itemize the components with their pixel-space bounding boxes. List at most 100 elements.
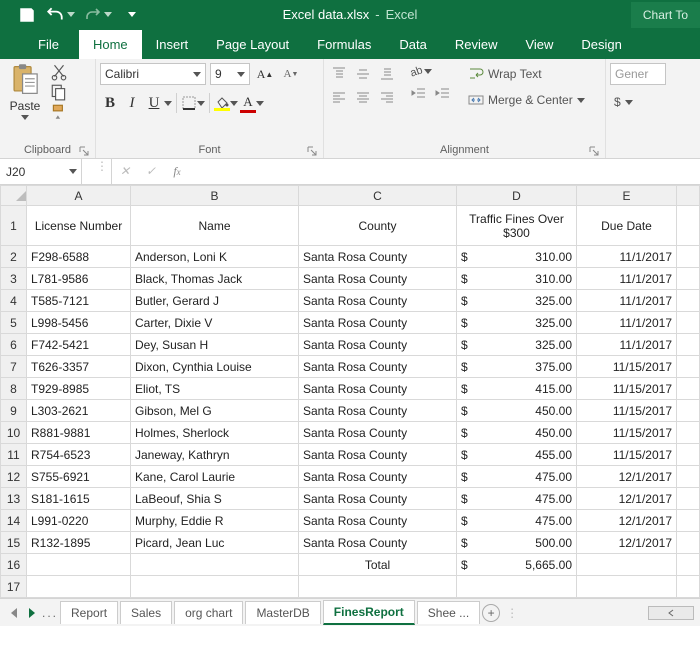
sheet-nav-next-icon[interactable] bbox=[24, 605, 40, 621]
col-header[interactable] bbox=[677, 186, 700, 206]
dialog-launcher-icon[interactable] bbox=[79, 146, 89, 156]
align-right-icon[interactable] bbox=[376, 87, 398, 109]
cell-name[interactable]: Murphy, Eddie R bbox=[131, 510, 299, 532]
format-painter-icon[interactable] bbox=[50, 103, 68, 121]
row-header[interactable]: 10 bbox=[1, 422, 27, 444]
sheet-overflow[interactable]: ... bbox=[42, 606, 58, 620]
col-header[interactable]: A bbox=[27, 186, 131, 206]
cell-county[interactable]: Santa Rosa County bbox=[299, 510, 457, 532]
align-center-icon[interactable] bbox=[352, 87, 374, 109]
row-header[interactable]: 15 bbox=[1, 532, 27, 554]
cell-name[interactable]: Anderson, Loni K bbox=[131, 246, 299, 268]
wrap-text-button[interactable]: Wrap Text bbox=[464, 63, 589, 85]
cell-name[interactable]: Carter, Dixie V bbox=[131, 312, 299, 334]
cell-name[interactable]: Black, Thomas Jack bbox=[131, 268, 299, 290]
tab-design[interactable]: Design bbox=[567, 30, 635, 59]
save-icon[interactable] bbox=[18, 6, 36, 24]
tab-review[interactable]: Review bbox=[441, 30, 512, 59]
row-header[interactable]: 14 bbox=[1, 510, 27, 532]
cell-license[interactable]: L781-9586 bbox=[27, 268, 131, 290]
col-header[interactable]: B bbox=[131, 186, 299, 206]
cancel-formula-icon[interactable]: ✕ bbox=[112, 159, 138, 184]
tab-home[interactable]: Home bbox=[79, 30, 142, 59]
cell-license[interactable]: T585-7121 bbox=[27, 290, 131, 312]
font-size-combo[interactable]: 9 bbox=[210, 63, 250, 85]
underline-button[interactable]: U bbox=[144, 95, 172, 112]
cell-name[interactable]: Dey, Susan H bbox=[131, 334, 299, 356]
header-name[interactable]: Name bbox=[131, 206, 299, 246]
accounting-format-button[interactable]: $ bbox=[610, 91, 696, 113]
align-bottom-icon[interactable] bbox=[376, 63, 398, 85]
align-top-icon[interactable] bbox=[328, 63, 350, 85]
cell-fines[interactable]: $450.00 bbox=[457, 422, 577, 444]
new-sheet-button[interactable]: + bbox=[482, 604, 500, 622]
cell-due[interactable]: 11/15/2017 bbox=[577, 356, 677, 378]
total-label[interactable]: Total bbox=[299, 554, 457, 576]
cell-due[interactable]: 12/1/2017 bbox=[577, 488, 677, 510]
cell-due[interactable]: 11/15/2017 bbox=[577, 444, 677, 466]
cell-county[interactable]: Santa Rosa County bbox=[299, 268, 457, 290]
cell-fines[interactable]: $475.00 bbox=[457, 488, 577, 510]
cell-county[interactable]: Santa Rosa County bbox=[299, 356, 457, 378]
undo-button[interactable] bbox=[46, 6, 75, 24]
orientation-button[interactable]: ab bbox=[408, 63, 452, 79]
cell-license[interactable]: F298-6588 bbox=[27, 246, 131, 268]
select-all-corner[interactable] bbox=[1, 186, 27, 206]
row-header[interactable]: 3 bbox=[1, 268, 27, 290]
italic-button[interactable]: I bbox=[122, 95, 142, 112]
cell-fines[interactable]: $415.00 bbox=[457, 378, 577, 400]
sheet-tab-sales[interactable]: Sales bbox=[120, 601, 172, 624]
cell-name[interactable]: Dixon, Cynthia Louise bbox=[131, 356, 299, 378]
align-left-icon[interactable] bbox=[328, 87, 350, 109]
col-header[interactable]: C bbox=[299, 186, 457, 206]
cell-county[interactable]: Santa Rosa County bbox=[299, 312, 457, 334]
cell-fines[interactable]: $310.00 bbox=[457, 268, 577, 290]
increase-font-icon[interactable]: A▲ bbox=[254, 63, 276, 85]
qat-customize-icon[interactable] bbox=[128, 12, 136, 17]
header-due[interactable]: Due Date bbox=[577, 206, 677, 246]
cell-due[interactable]: 12/1/2017 bbox=[577, 532, 677, 554]
cell-due[interactable]: 12/1/2017 bbox=[577, 510, 677, 532]
row-header[interactable]: 5 bbox=[1, 312, 27, 334]
cell-fines[interactable]: $325.00 bbox=[457, 334, 577, 356]
cell-due[interactable]: 11/1/2017 bbox=[577, 268, 677, 290]
tab-formulas[interactable]: Formulas bbox=[303, 30, 385, 59]
horizontal-scroll-left-icon[interactable] bbox=[648, 606, 694, 620]
cell-fines[interactable]: $325.00 bbox=[457, 312, 577, 334]
decrease-font-icon[interactable]: A▼ bbox=[280, 63, 302, 85]
redo-button[interactable] bbox=[85, 7, 112, 23]
cell-fines[interactable]: $310.00 bbox=[457, 246, 577, 268]
cell-fines[interactable]: $375.00 bbox=[457, 356, 577, 378]
bold-button[interactable]: B bbox=[100, 95, 120, 112]
row-header[interactable]: 16 bbox=[1, 554, 27, 576]
sheet-tab-org-chart[interactable]: org chart bbox=[174, 601, 243, 624]
spreadsheet-grid[interactable]: A B C D E 1 License Number Name County T… bbox=[0, 185, 700, 598]
tab-insert[interactable]: Insert bbox=[142, 30, 203, 59]
row-header[interactable]: 2 bbox=[1, 246, 27, 268]
row-header[interactable]: 4 bbox=[1, 290, 27, 312]
cell-name[interactable]: Holmes, Sherlock bbox=[131, 422, 299, 444]
cell-county[interactable]: Santa Rosa County bbox=[299, 334, 457, 356]
cell-fines[interactable]: $475.00 bbox=[457, 510, 577, 532]
decrease-indent-icon[interactable] bbox=[408, 83, 430, 105]
cell-county[interactable]: Santa Rosa County bbox=[299, 290, 457, 312]
cell-name[interactable]: Gibson, Mel G bbox=[131, 400, 299, 422]
cell-license[interactable]: F742-5421 bbox=[27, 334, 131, 356]
increase-indent-icon[interactable] bbox=[432, 83, 454, 105]
sheet-tab-masterdb[interactable]: MasterDB bbox=[245, 601, 320, 624]
row-header[interactable]: 12 bbox=[1, 466, 27, 488]
cut-icon[interactable] bbox=[50, 63, 68, 81]
header-fines[interactable]: Traffic Fines Over $300 bbox=[457, 206, 577, 246]
name-box[interactable]: J20 bbox=[0, 159, 82, 184]
header-county[interactable]: County bbox=[299, 206, 457, 246]
cell-name[interactable]: Janeway, Kathryn bbox=[131, 444, 299, 466]
border-button[interactable] bbox=[181, 95, 205, 111]
cell-due[interactable]: 11/15/2017 bbox=[577, 422, 677, 444]
cell-due[interactable]: 11/15/2017 bbox=[577, 378, 677, 400]
cell-license[interactable]: T626-3357 bbox=[27, 356, 131, 378]
number-format-combo[interactable]: Gener bbox=[610, 63, 666, 85]
cell-name[interactable]: Butler, Gerard J bbox=[131, 290, 299, 312]
cell-county[interactable]: Santa Rosa County bbox=[299, 400, 457, 422]
align-middle-icon[interactable] bbox=[352, 63, 374, 85]
font-color-button[interactable]: A bbox=[240, 94, 264, 113]
